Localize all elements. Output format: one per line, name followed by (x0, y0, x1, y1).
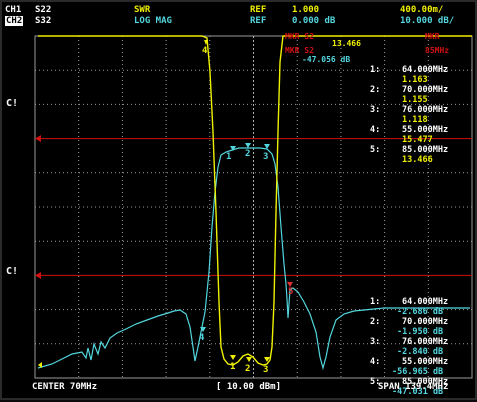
cyan-marker-2-label: 2 (245, 149, 250, 159)
ch1-marker-table: 1: 64.000MHz 1.163 2: 70.000MHz 1.155 3:… (370, 65, 448, 165)
active-marker-db: -47.056 dB (302, 55, 350, 64)
yellow-marker-2-label: 2 (245, 364, 250, 374)
svg-text:5:: 5: (370, 145, 380, 155)
trace-display: 4 1 2 3 1 2 3 4 5 C! C! MKR S2 MKR S2 MK… (6, 32, 473, 397)
overlay-mkr-label-1: MKR S2 (285, 32, 314, 41)
overlay-red-mkr: MKR (425, 32, 440, 41)
yellow-marker-4-label: 4 (202, 46, 208, 56)
yellow-marker-3-label: 3 (263, 365, 268, 375)
svg-text:4:: 4: (370, 125, 380, 135)
side-label-lower: C! (6, 266, 18, 277)
svg-text:64.000MHz: 64.000MHz (402, 297, 448, 307)
overlay-red-freq: 85MHz (425, 46, 449, 55)
cyan-marker-1-label: 1 (226, 152, 231, 162)
ch1-ref-arrow (35, 135, 41, 142)
active-marker-swr: 13.466 (332, 39, 361, 48)
source-power[interactable]: [ 10.00 dBm] (216, 382, 281, 392)
svg-text:1.163: 1.163 (402, 75, 428, 85)
side-label-upper: C! (6, 98, 18, 109)
svg-text:4:: 4: (370, 357, 380, 367)
svg-text:-1.950 dB: -1.950 dB (397, 327, 443, 337)
svg-text:-56.965 dB: -56.965 dB (392, 367, 443, 377)
red-marker-5-label: 5 (288, 287, 293, 297)
svg-text:76.000MHz: 76.000MHz (402, 337, 448, 347)
svg-text:-2.840 dB: -2.840 dB (397, 347, 443, 357)
overlay-mkr-label-2: MKR S2 (285, 46, 314, 55)
ch2-ref-arrow (35, 272, 41, 279)
svg-text:15.477: 15.477 (402, 135, 433, 145)
center-frequency[interactable]: CENTER 70MHz (32, 382, 97, 392)
svg-text:85.000MHz: 85.000MHz (402, 145, 448, 155)
svg-text:1:: 1: (370, 297, 380, 307)
cyan-marker-3-label: 3 (263, 152, 268, 162)
span-frequency[interactable]: SPAN 139.4MHz (378, 382, 448, 392)
svg-text:76.000MHz: 76.000MHz (402, 105, 448, 115)
svg-text:3:: 3: (370, 105, 380, 115)
svg-text:2:: 2: (370, 85, 380, 95)
cyan-marker-4-label: 4 (199, 333, 205, 343)
svg-text:1.118: 1.118 (402, 115, 428, 125)
svg-text:64.000MHz: 64.000MHz (402, 65, 448, 75)
analyzer-screen: CH1 CH2 S22 S32 SWR LOG MAG REF REF 1.00… (0, 0, 477, 400)
svg-text:1.155: 1.155 (402, 95, 428, 105)
svg-text:70.000MHz: 70.000MHz (402, 85, 448, 95)
svg-text:70.000MHz: 70.000MHz (402, 317, 448, 327)
cyan-marker-2[interactable] (245, 143, 251, 148)
yellow-marker-1-label: 1 (230, 362, 235, 372)
svg-text:13.466: 13.466 (402, 155, 433, 165)
svg-text:3:: 3: (370, 337, 380, 347)
svg-text:2:: 2: (370, 317, 380, 327)
svg-text:55.000MHz: 55.000MHz (402, 125, 448, 135)
yellow-marker-1[interactable] (230, 355, 236, 360)
yellow-marker-2[interactable] (246, 357, 252, 362)
svg-text:55.000MHz: 55.000MHz (402, 357, 448, 367)
svg-text:1:: 1: (370, 65, 380, 75)
svg-text:-2.686 dB: -2.686 dB (397, 307, 443, 317)
